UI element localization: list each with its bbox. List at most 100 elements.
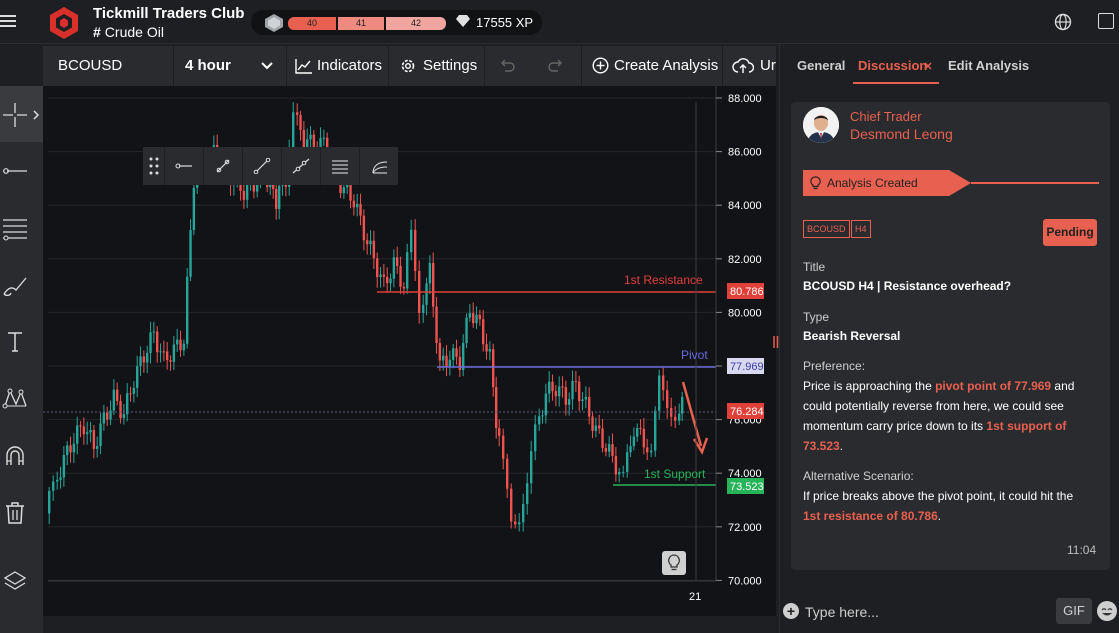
candle-body	[442, 356, 444, 361]
chevron-right-icon	[33, 110, 40, 120]
horizontal-line-icon	[2, 158, 28, 184]
close-icon[interactable]	[924, 62, 932, 70]
alternative-label: Alternative Scenario:	[803, 469, 914, 483]
candle-body	[462, 343, 464, 370]
gear-icon[interactable]	[399, 57, 417, 75]
drag-handle-icon[interactable]	[149, 157, 159, 175]
candle-body	[363, 216, 365, 241]
symbol-selector[interactable]: BCOUSD	[58, 46, 122, 86]
candle-body	[76, 425, 78, 443]
hamburger-menu-icon[interactable]	[0, 12, 18, 30]
user-avatar-icon	[803, 107, 839, 143]
idea-button[interactable]	[662, 551, 686, 575]
candle-body	[626, 452, 628, 472]
author-name[interactable]: Desmond Leong	[850, 126, 953, 142]
candle-body	[495, 387, 497, 428]
candle-body	[63, 455, 65, 477]
candle-body	[383, 274, 385, 276]
brush-icon	[2, 272, 28, 298]
avatar[interactable]	[803, 107, 839, 143]
timeframe-selector[interactable]: 4 hour	[185, 46, 231, 86]
fib-fan-icon[interactable]	[370, 158, 388, 174]
undo-icon[interactable]	[499, 59, 515, 73]
current-price-value: 76.284	[730, 406, 764, 418]
settings-button[interactable]: Settings	[423, 46, 477, 86]
candle-body	[445, 356, 447, 367]
price-tick-label: 80.000	[728, 307, 762, 319]
text-tool[interactable]	[0, 313, 43, 369]
tab-general[interactable]: General	[797, 58, 845, 73]
resistance-price-value: 80.786	[730, 286, 764, 298]
trend-line-icon[interactable]	[214, 158, 232, 174]
indicators-button[interactable]: Indicators	[317, 46, 382, 86]
candle-body	[681, 397, 683, 414]
toolbar-divider	[722, 46, 723, 86]
crosshair-tool[interactable]	[0, 86, 43, 142]
candle-body	[565, 387, 567, 405]
crosshair-icon	[2, 102, 28, 128]
candle-body	[414, 230, 416, 271]
pattern-tool[interactable]	[0, 370, 43, 426]
line-segment-icon[interactable]	[253, 158, 271, 174]
gif-button[interactable]: GIF	[1056, 598, 1092, 624]
resistance-label: 1st Resistance	[624, 273, 703, 287]
price-tick-label: 70.000	[728, 575, 762, 587]
chart-toolbar: BCOUSD 4 hour Indicators Settings Create…	[43, 46, 776, 86]
candle-body	[654, 411, 656, 451]
candle-body	[179, 340, 181, 351]
tab-edit-analysis[interactable]: Edit Analysis	[948, 58, 1029, 73]
candle-body	[369, 241, 371, 244]
ray-tool-icon[interactable]	[175, 158, 193, 174]
candle-body	[615, 456, 617, 474]
toolbar-divider	[173, 46, 174, 86]
drawing-tools-sidebar	[0, 86, 43, 633]
candle-body	[343, 187, 345, 193]
candle-body	[646, 447, 648, 452]
add-attachment-icon[interactable]: +	[783, 603, 799, 619]
emoji-icon[interactable]	[1097, 601, 1117, 621]
candle-body	[103, 412, 105, 423]
candle-body	[296, 112, 298, 115]
candle-body	[52, 482, 54, 491]
candle-body	[292, 112, 294, 150]
time-axis-label: 21	[689, 591, 701, 603]
app-title: Tickmill Traders Club	[93, 5, 244, 22]
create-analysis-button[interactable]: Create Analysis	[614, 46, 718, 86]
candle-body	[278, 186, 280, 209]
status-banner: Analysis Created	[803, 170, 1099, 196]
plus-circle-icon[interactable]	[592, 57, 609, 74]
magnet-icon	[2, 443, 28, 469]
preference-label: Preference:	[803, 359, 865, 373]
message-input[interactable]	[805, 602, 1045, 622]
candle-body	[469, 313, 471, 317]
window-icon[interactable]	[1098, 13, 1114, 29]
horizontal-line-tool[interactable]	[0, 142, 43, 198]
extended-line-icon[interactable]	[292, 158, 310, 174]
level-gem-icon	[264, 14, 284, 32]
candle-body	[662, 376, 664, 391]
candle-body	[489, 349, 491, 351]
upload-cloud-icon[interactable]	[732, 57, 754, 75]
magnet-tool[interactable]	[0, 427, 43, 483]
tab-discussion[interactable]: Discussion	[858, 58, 927, 73]
brush-tool[interactable]	[0, 256, 43, 312]
candle-body	[173, 344, 175, 361]
candle-body	[323, 138, 325, 139]
parallel-channel-icon[interactable]	[331, 158, 349, 174]
support-label: 1st Support	[644, 467, 706, 481]
candle-body	[176, 340, 178, 345]
candle-body	[534, 424, 536, 451]
candle-body	[538, 416, 540, 424]
candle-body	[422, 305, 424, 313]
channel-name: #Crude Oil	[93, 24, 164, 40]
delete-tool[interactable]	[0, 484, 43, 540]
upload-button[interactable]: Ur	[760, 46, 776, 86]
redo-icon[interactable]	[548, 59, 564, 73]
candle-body	[399, 266, 401, 287]
indicators-icon[interactable]	[295, 58, 313, 74]
fib-tool[interactable]	[0, 199, 43, 255]
chevron-down-icon[interactable]	[261, 61, 273, 71]
pivot-price-value: 77.969	[730, 361, 764, 373]
globe-icon[interactable]	[1054, 13, 1072, 31]
layers-tool[interactable]	[0, 552, 43, 608]
